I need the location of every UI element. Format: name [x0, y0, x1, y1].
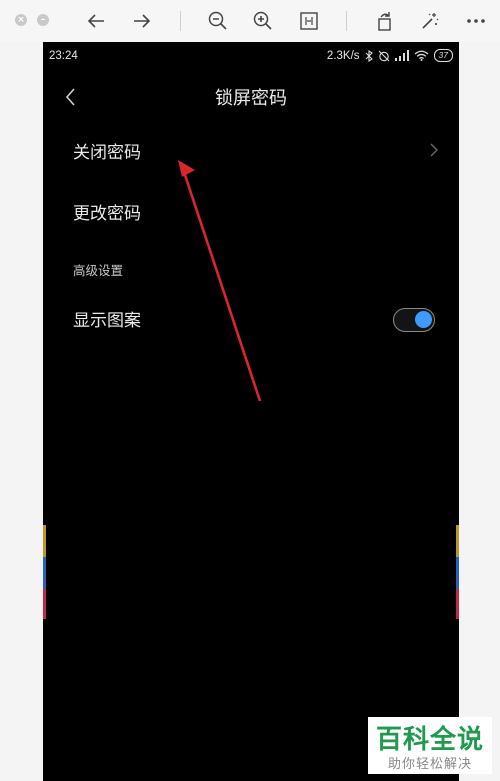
- network-speed: 2.3K/s: [326, 49, 360, 62]
- watermark-title: 百科全说: [375, 725, 484, 755]
- more-icon[interactable]: [464, 0, 488, 42]
- settings-item-label: 显示图案: [73, 311, 141, 331]
- show-pattern-toggle[interactable]: [393, 308, 435, 332]
- back-arrow-icon[interactable]: [84, 0, 108, 42]
- settings-item-label: 更改密码: [73, 204, 141, 224]
- status-bar: 23:24 2.3K/s 37: [43, 42, 459, 70]
- viewer-toolbar: × –: [0, 0, 500, 42]
- alarm-off-icon: [378, 50, 389, 61]
- status-icons: 2.3K/s 37: [327, 49, 453, 62]
- battery-indicator: 37: [433, 49, 453, 62]
- status-time: 23:24: [49, 50, 78, 62]
- zoom-out-icon[interactable]: [206, 0, 230, 42]
- edge-strip: [456, 589, 459, 619]
- settings-item-change-password[interactable]: 更改密码: [43, 189, 459, 233]
- edge-strip: [43, 557, 46, 589]
- bluetooth-icon: [365, 49, 373, 62]
- toggle-knob: [415, 311, 432, 328]
- magic-wand-icon[interactable]: [418, 0, 442, 42]
- section-header-advanced: 高级设置: [73, 263, 124, 278]
- signal-icon: [394, 50, 409, 61]
- minimize-window-icon[interactable]: –: [37, 14, 49, 26]
- toolbar-divider: [180, 11, 181, 31]
- edge-strip: [456, 525, 459, 557]
- page-title: 锁屏密码: [215, 88, 287, 109]
- close-window-icon[interactable]: ×: [15, 14, 27, 26]
- watermark-subtitle: 助你轻松解决: [387, 757, 472, 772]
- settings-item-disable-password[interactable]: 关闭密码: [43, 128, 459, 172]
- edge-strip: [43, 525, 46, 557]
- wifi-icon: [414, 50, 428, 61]
- watermark-logo: 百科全说 助你轻松解决: [368, 717, 492, 774]
- phone-screen: 23:24 2.3K/s 37 锁屏密码 关闭密码 更改密码 高级设置 显示图案: [43, 42, 459, 781]
- edge-strip: [456, 557, 459, 589]
- rotate-icon[interactable]: [373, 0, 397, 42]
- edge-strip: [43, 589, 46, 619]
- fit-screen-icon[interactable]: [297, 0, 321, 42]
- forward-arrow-icon[interactable]: [130, 0, 154, 42]
- header: 锁屏密码: [43, 80, 459, 114]
- settings-item-show-pattern[interactable]: 显示图案: [43, 296, 459, 340]
- settings-item-label: 关闭密码: [73, 143, 141, 163]
- chevron-right-icon: [430, 143, 438, 157]
- zoom-in-icon[interactable]: [251, 0, 275, 42]
- toolbar-divider: [346, 11, 347, 31]
